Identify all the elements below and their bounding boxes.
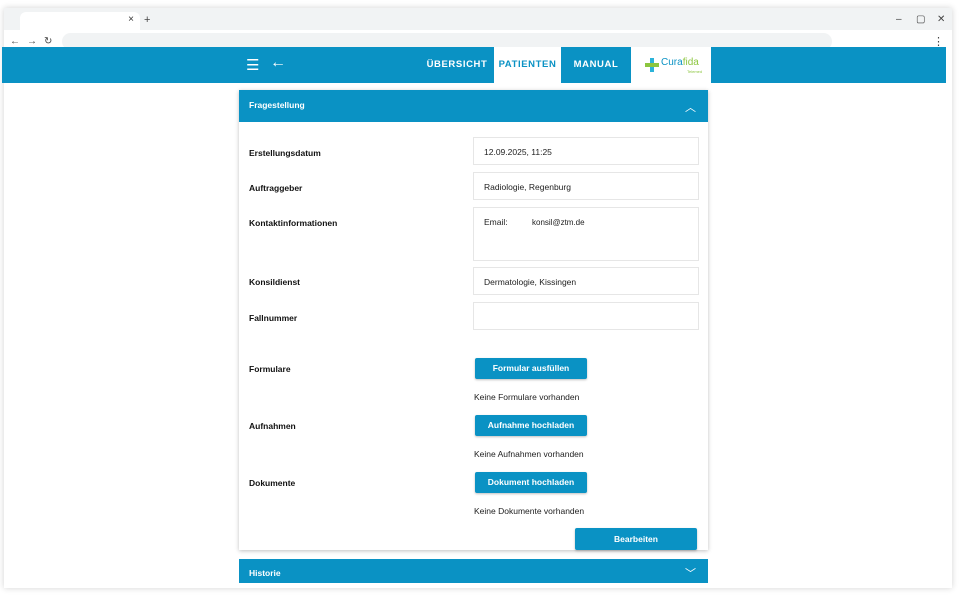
aufnahme-hochladen-button[interactable]: Aufnahme hochladen [475,415,587,436]
nav-patienten[interactable]: PATIENTEN [494,47,561,83]
label-kontaktinformationen: Kontaktinformationen [249,218,338,228]
auftraggeber-field: Radiologie, Regenburg [473,172,699,200]
formular-ausfuellen-button[interactable]: Formular ausfüllen [475,358,587,379]
forward-nav-icon[interactable]: → [27,36,37,47]
email-value: konsil@ztm.de [532,218,585,227]
historie-panel-header[interactable]: Historie ﹀ [239,559,708,583]
aufnahmen-empty-text: Keine Aufnahmen vorhanden [474,449,584,459]
erstellungsdatum-field: 12.09.2025, 11:25 [473,137,699,165]
nav-uebersicht[interactable]: ÜBERSICHT [425,47,489,83]
panel-header[interactable]: Fragestellung ︿ [239,90,708,122]
fragestellung-panel: Fragestellung ︿ Erstellungsdatum 12.09.2… [239,90,708,550]
konsildienst-field: Dermatologie, Kissingen [473,267,699,295]
close-window-icon[interactable]: ✕ [937,14,945,25]
restore-icon[interactable]: ▢ [916,14,925,25]
panel-title: Fragestellung [249,100,305,110]
curafida-logo: Curafida Telemed [631,47,711,83]
label-formulare: Formulare [249,364,291,374]
label-erstellungsdatum: Erstellungsdatum [249,148,321,158]
label-auftraggeber: Auftraggeber [249,183,303,193]
bearbeiten-button[interactable]: Bearbeiten [575,528,697,550]
formulare-empty-text: Keine Formulare vorhanden [474,392,580,402]
label-aufnahmen: Aufnahmen [249,421,296,431]
tab-strip: × + – ▢ ✕ [4,8,952,30]
kontaktinformationen-field: Email: konsil@ztm.de [473,207,699,261]
fallnummer-field [473,302,699,330]
hamburger-menu-icon[interactable]: ☰ [246,56,259,74]
minimize-icon[interactable]: – [896,14,902,25]
browser-tab[interactable]: × [20,12,140,30]
dokumente-empty-text: Keine Dokumente vorhanden [474,506,585,516]
back-nav-icon[interactable]: ← [10,36,20,47]
chevron-down-icon[interactable]: ﹀ [685,565,696,581]
new-tab-icon[interactable]: + [144,14,150,26]
label-konsildienst: Konsildienst [249,277,301,287]
app-bar: ☰ ← ÜBERSICHT PATIENTEN MANUAL Curafida … [2,47,946,83]
chevron-up-icon[interactable]: ︿ [685,99,696,115]
label-fallnummer: Fallnummer [249,313,298,323]
historie-title: Historie [249,568,281,578]
dokument-hochladen-button[interactable]: Dokument hochladen [475,472,587,493]
reload-icon[interactable]: ↻ [44,36,52,47]
back-arrow-icon[interactable]: ← [270,54,286,72]
logo-cross-icon [645,58,659,72]
nav-manual[interactable]: MANUAL [565,47,627,83]
label-dokumente: Dokumente [249,478,296,488]
email-label: Email: [484,217,508,227]
tab-close-icon[interactable]: × [128,14,134,25]
